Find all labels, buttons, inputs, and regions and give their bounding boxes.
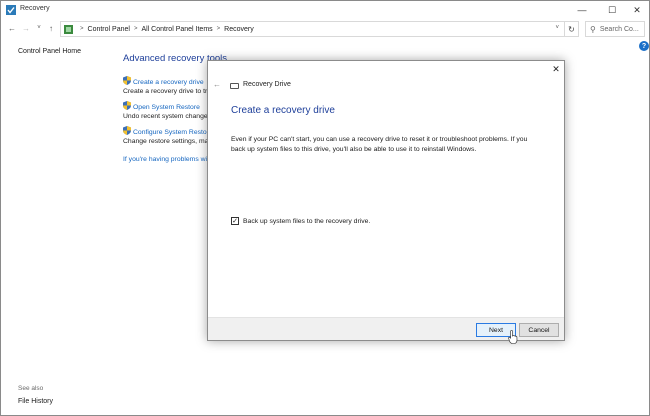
drive-icon	[230, 83, 239, 89]
search-placeholder: Search Co...	[599, 25, 639, 33]
up-arrow-icon[interactable]: ↑	[45, 22, 57, 34]
breadcrumb-separator: >	[133, 26, 138, 32]
configure-system-restore-description: Change restore settings, man	[123, 138, 213, 145]
refresh-icon[interactable]: ↻	[565, 21, 579, 37]
open-system-restore-link[interactable]: Open System Restore	[133, 104, 200, 111]
breadcrumb-recovery[interactable]: Recovery	[224, 26, 254, 33]
tool-create-recovery-drive: Create a recovery drive Create a recover…	[123, 76, 219, 95]
maximize-button[interactable]: ☐	[598, 1, 626, 19]
dialog-heading: Create a recovery drive	[231, 105, 335, 116]
recovery-window: Recovery — ☐ ✕ ← → ˅ ↑ > Control Panel >…	[0, 0, 650, 416]
control-panel-home-link[interactable]: Control Panel Home	[18, 48, 81, 55]
address-navigation-bar: ← → ˅ ↑ > Control Panel > All Control Pa…	[1, 19, 649, 39]
backup-system-files-checkbox[interactable]: ✓	[231, 217, 239, 225]
backup-system-files-label[interactable]: Back up system files to the recovery dri…	[243, 218, 370, 225]
open-system-restore-description: Undo recent system changes,	[123, 113, 213, 120]
shield-icon	[123, 101, 131, 110]
breadcrumb-all-items[interactable]: All Control Panel Items	[141, 26, 212, 33]
recovery-app-icon	[6, 5, 16, 15]
window-title: Recovery	[20, 5, 50, 12]
mouse-pointer-hand-icon	[508, 330, 518, 344]
configure-system-restore-link[interactable]: Configure System Restore	[133, 129, 213, 136]
back-arrow-icon[interactable]: ←	[6, 22, 18, 34]
file-history-link[interactable]: File History	[18, 398, 53, 405]
help-icon[interactable]: ?	[639, 41, 649, 51]
dialog-close-button[interactable]: ✕	[550, 63, 562, 75]
close-window-button[interactable]: ✕	[623, 1, 650, 19]
breadcrumb-separator: >	[80, 26, 84, 32]
address-dropdown-icon[interactable]: ˅	[555, 25, 559, 31]
create-recovery-drive-description: Create a recovery drive to troub	[123, 88, 219, 95]
tool-configure-system-restore: Configure System Restore Change restore …	[123, 126, 213, 145]
title-bar: Recovery — ☐ ✕	[1, 1, 649, 19]
breadcrumb-separator: >	[216, 26, 221, 32]
create-recovery-drive-link[interactable]: Create a recovery drive	[133, 79, 204, 86]
recovery-drive-dialog: ✕ ← Recovery Drive Create a recovery dri…	[207, 60, 565, 341]
dialog-back-arrow-icon[interactable]: ←	[213, 80, 221, 89]
see-also-label: See also	[18, 385, 44, 392]
recent-locations-chevron-icon[interactable]: ˅	[33, 22, 45, 34]
search-icon: ⚲	[590, 24, 596, 34]
search-box[interactable]: ⚲ Search Co...	[585, 21, 645, 37]
tool-open-system-restore: Open System Restore Undo recent system c…	[123, 101, 213, 120]
shield-icon	[123, 126, 131, 135]
breadcrumb-control-panel[interactable]: Control Panel	[88, 26, 130, 33]
shield-icon	[123, 76, 131, 85]
control-panel-icon	[64, 24, 73, 34]
dialog-body-text: Even if your PC can't start, you can use…	[231, 136, 528, 153]
forward-arrow-icon[interactable]: →	[20, 22, 32, 34]
minimize-button[interactable]: —	[568, 1, 596, 19]
address-bar[interactable]: > Control Panel > All Control Panel Item…	[60, 21, 565, 37]
cancel-button[interactable]: Cancel	[519, 323, 559, 337]
dialog-app-title: Recovery Drive	[243, 81, 291, 88]
having-problems-link[interactable]: If you're having problems with	[123, 156, 213, 163]
backup-system-files-option[interactable]: ✓ Back up system files to the recovery d…	[231, 217, 370, 225]
